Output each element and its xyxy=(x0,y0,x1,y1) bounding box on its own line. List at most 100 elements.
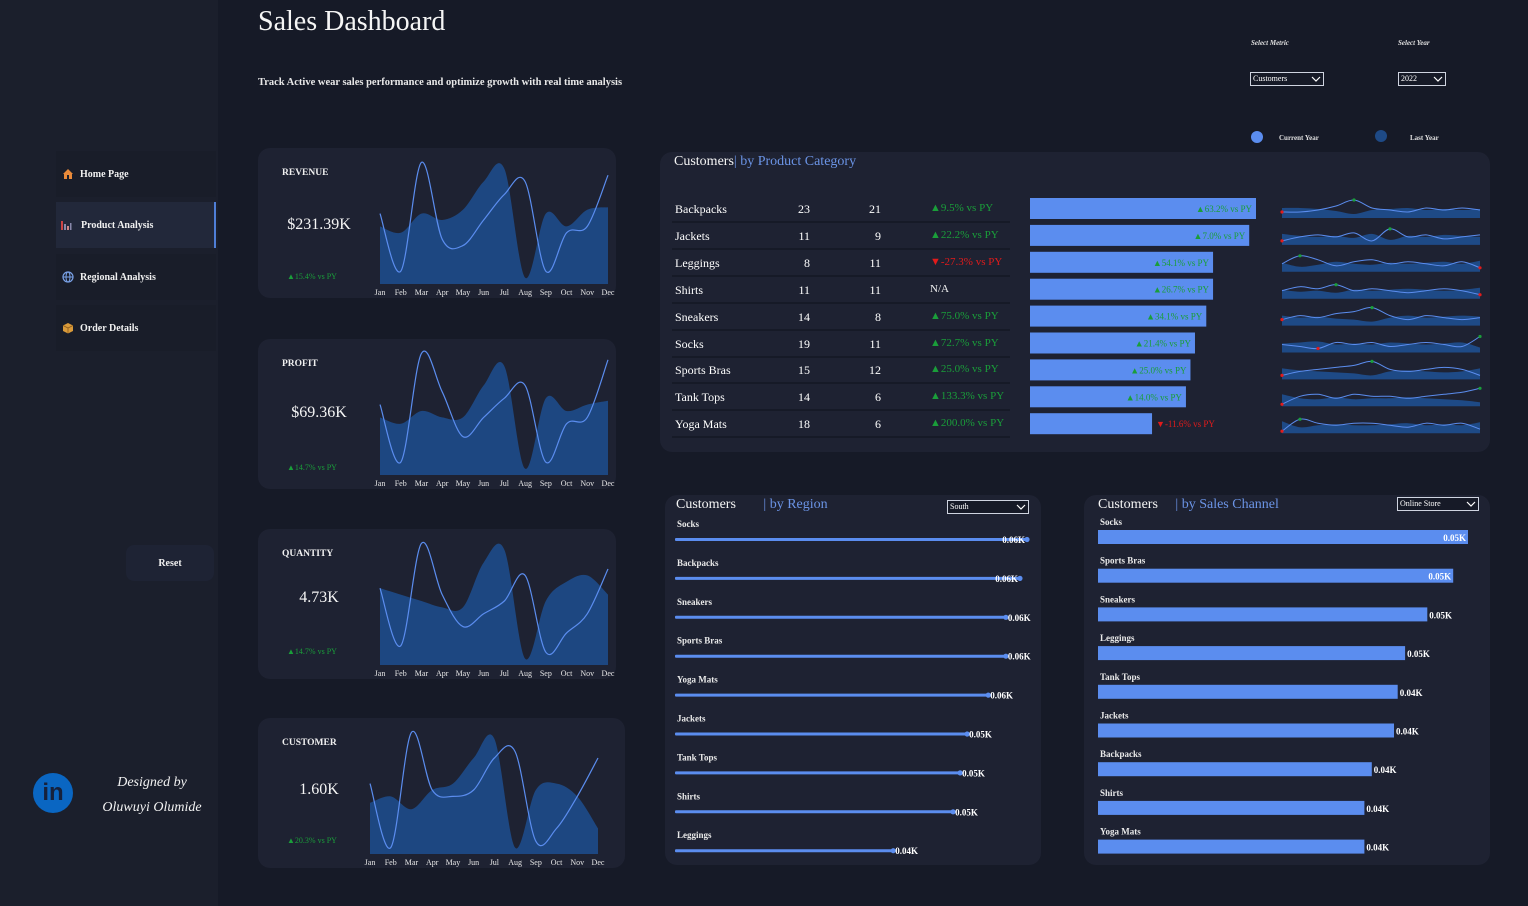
month-tick-label: Jan xyxy=(375,288,386,297)
channel-value-label: 0.05K xyxy=(1443,533,1466,543)
channel-category-label: Shirts xyxy=(1100,788,1124,798)
yoy-delta: ▲9.5% vs PY xyxy=(930,202,994,214)
chevron-down-icon xyxy=(1311,76,1321,82)
nav-home-label: Home Page xyxy=(80,168,129,180)
designer-credit: Designed by Oluwuyi Olumide xyxy=(96,770,208,820)
product-row: Shirts 11 11 N/A xyxy=(660,277,1020,304)
yoy-delta: ▲75.0% vs PY xyxy=(930,309,999,322)
last-year-value: 6 xyxy=(875,417,881,432)
kpi-value: 1.60K xyxy=(299,781,339,798)
bar-delta-label: ▲25.0% vs PY xyxy=(1130,365,1187,375)
linkedin-icon[interactable]: in xyxy=(33,773,73,813)
region-category-label: Jackets xyxy=(677,714,706,724)
region-bar xyxy=(675,849,894,853)
month-tick-label: Oct xyxy=(561,479,573,488)
last-year-value: 11 xyxy=(869,336,881,351)
sparkline-min-marker xyxy=(1280,239,1284,243)
product-name: Socks xyxy=(675,336,704,351)
globe-icon xyxy=(62,271,74,283)
bar-delta-label: ▲26.7% vs PY xyxy=(1153,285,1210,295)
region-bar xyxy=(675,654,1006,658)
sparkline-area xyxy=(1282,341,1480,353)
sparkline-min-marker xyxy=(1280,402,1284,406)
product-name: Sports Bras xyxy=(675,363,731,378)
title-separator: | xyxy=(1175,497,1179,512)
metric-select-label: Select Metric xyxy=(1251,39,1289,47)
channel-bar xyxy=(1098,839,1365,854)
channel-value-label: 0.05K xyxy=(1429,610,1452,620)
region-bar-chart: Socks 0.06K Backpacks 0.06K Sneakers 0.06K Spo… xyxy=(675,519,1031,856)
channel-category-label: Socks xyxy=(1100,517,1123,527)
sparkline-max-marker xyxy=(1478,334,1482,339)
sales-channel-panel: Customers | by Sales Channel Online Stor… xyxy=(1084,495,1490,865)
sparkline-min-marker xyxy=(1316,346,1320,351)
product-name: Tank Tops xyxy=(675,390,725,405)
sparkline-min-marker xyxy=(1478,266,1482,270)
kpi-card-quantity: QUANTITY 4.73K ▲14.7% vs PY Jan Feb Mar Apr… xyxy=(258,529,616,679)
month-tick-label: May xyxy=(456,669,471,678)
bar-chart-icon xyxy=(61,221,72,230)
nav-order-details[interactable]: Order Details xyxy=(56,305,216,351)
row-divider xyxy=(672,436,1010,439)
last-year-value: 11 xyxy=(869,255,881,270)
region-category-label: Backpacks xyxy=(677,558,719,568)
chevron-down-icon xyxy=(1466,501,1476,507)
year-select[interactable]: 2022 xyxy=(1398,72,1446,86)
yoy-delta: ▲200.0% vs PY xyxy=(930,417,1005,430)
product-row: Leggings 8 11 ▼-27.3% vs PY xyxy=(660,250,1020,277)
last-year-area xyxy=(370,734,598,854)
metric-select[interactable]: Customers xyxy=(1250,72,1324,86)
kpi-value: $231.39K xyxy=(287,216,351,233)
nav-home[interactable]: Home Page xyxy=(56,151,216,197)
sparkline-max-marker xyxy=(1334,283,1338,287)
chevron-down-icon xyxy=(1016,504,1026,510)
month-tick-label: Aug xyxy=(518,669,532,678)
box-icon xyxy=(62,323,74,334)
panel-title-main: Customers xyxy=(674,154,734,169)
nav-product-analysis[interactable]: Product Analysis xyxy=(56,202,216,248)
kpi-delta: ▲14.7% vs PY xyxy=(287,647,337,656)
bar-delta-label: ▲34.1% vs PY xyxy=(1146,312,1203,322)
nav-regional-analysis[interactable]: Regional Analysis xyxy=(56,254,216,300)
product-category-panel: Customers| by Product Category Backpacks… xyxy=(660,152,1490,452)
region-category-label: Tank Tops xyxy=(677,752,717,762)
title-separator: | xyxy=(733,154,737,169)
month-tick-label: May xyxy=(456,479,471,488)
reset-button[interactable]: Reset xyxy=(126,545,214,581)
category-bar xyxy=(1030,413,1153,435)
kpi-delta: ▲14.7% vs PY xyxy=(287,463,337,472)
product-row: Yoga Mats 18 6 ▲200.0% vs PY xyxy=(660,411,1020,439)
product-row: Jackets 11 9 ▲22.2% vs PY xyxy=(660,223,1020,250)
month-tick-label: Aug xyxy=(518,288,532,297)
kpi-delta: ▲20.3% vs PY xyxy=(287,836,337,845)
channel-filter-select[interactable]: Online Store xyxy=(1397,497,1479,511)
page-title: Sales Dashboard xyxy=(258,6,446,37)
kpi-card-profit: PROFIT $69.36K ▲14.7% vs PY Jan Feb Mar Apr… xyxy=(258,339,616,489)
month-tick-label: Jul xyxy=(490,858,500,867)
channel-category-label: Leggings xyxy=(1100,633,1135,643)
current-year-value: 8 xyxy=(804,255,810,270)
product-name: Sneakers xyxy=(675,309,719,324)
kpi-trend-chart: Jan Feb Mar Apr May Jun Jul Aug Sep Oct Nov Dec xyxy=(375,541,615,678)
region-value-label: 0.05K xyxy=(955,807,978,817)
month-tick-label: Mar xyxy=(405,858,419,867)
month-tick-label: Apr xyxy=(436,479,449,488)
sparkline-min-marker xyxy=(1280,210,1284,214)
month-tick-label: Sep xyxy=(540,288,552,297)
channel-filter-value: Online Store xyxy=(1400,499,1441,508)
month-tick-label: Jun xyxy=(468,858,479,867)
yoy-delta: ▲133.3% vs PY xyxy=(930,390,1005,403)
channel-value-label: 0.05K xyxy=(1407,649,1430,659)
sparkline-min-marker xyxy=(1478,293,1482,297)
product-name: Leggings xyxy=(675,255,720,270)
product-name: Backpacks xyxy=(675,202,727,216)
region-bar xyxy=(675,693,989,697)
chevron-down-icon xyxy=(1433,76,1443,82)
product-sparklines xyxy=(1280,198,1482,434)
month-tick-label: Nov xyxy=(570,858,584,867)
month-tick-label: Nov xyxy=(580,479,594,488)
product-name: Yoga Mats xyxy=(675,417,727,432)
region-filter-select[interactable]: South xyxy=(947,500,1029,514)
channel-bar xyxy=(1098,530,1468,544)
page-subtitle: Track Active wear sales performance and … xyxy=(258,77,623,88)
